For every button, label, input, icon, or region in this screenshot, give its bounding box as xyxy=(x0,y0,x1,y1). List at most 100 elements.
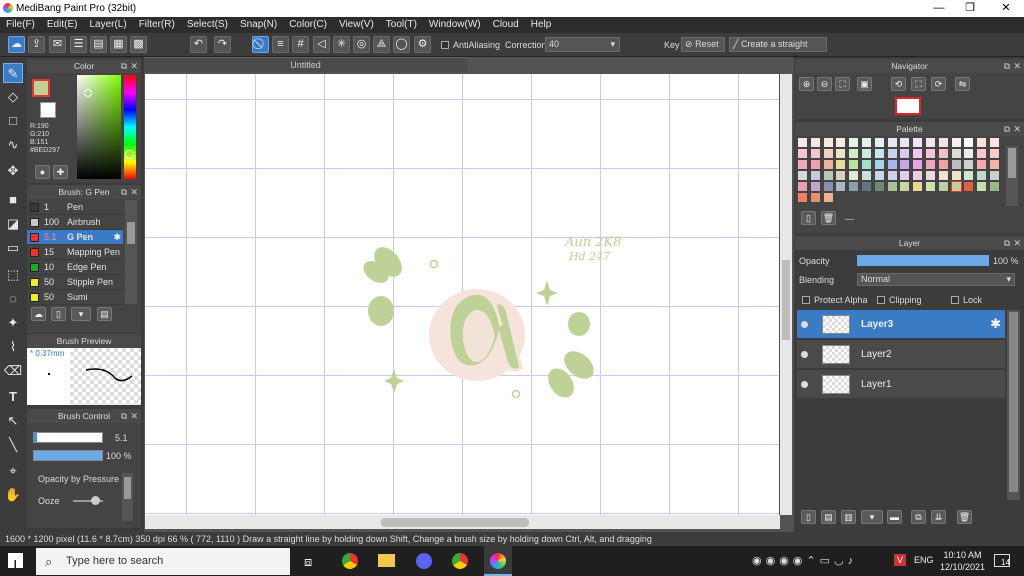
palette-swatch[interactable] xyxy=(874,149,884,158)
brush-item[interactable]: 1 Pen xyxy=(27,200,123,215)
palette-swatch[interactable] xyxy=(810,138,820,147)
palette-swatch[interactable] xyxy=(836,160,846,169)
upload-icon[interactable]: ⇪ xyxy=(28,36,45,53)
text-tool-icon[interactable]: T xyxy=(3,387,23,407)
undo-icon[interactable]: ↶ xyxy=(190,36,207,53)
new-layer-1bit-icon[interactable]: ▥ xyxy=(841,510,856,524)
palette-swatch[interactable] xyxy=(810,182,820,191)
menu-layer[interactable]: Layer(L) xyxy=(83,17,132,30)
menu-window[interactable]: Window(W) xyxy=(423,17,487,30)
medibang-taskbar-button[interactable] xyxy=(484,546,512,576)
brush-cloud-icon[interactable]: ☁ xyxy=(31,307,46,321)
merge-layer-icon[interactable]: ⇊ xyxy=(931,510,946,524)
palette-swatch[interactable] xyxy=(913,182,923,191)
layer-row[interactable]: Layer2 xyxy=(797,340,1005,369)
palette-swatch[interactable] xyxy=(849,149,859,158)
magic-wand-icon[interactable]: ✦ xyxy=(3,313,23,333)
flip-icon[interactable]: ⇋ xyxy=(955,77,970,91)
rotate-left-icon[interactable]: ⟲ xyxy=(891,77,906,91)
delete-layer-icon[interactable]: 🗑 xyxy=(957,510,972,524)
palette-swatch[interactable] xyxy=(862,149,871,158)
close-icon[interactable]: ✕ xyxy=(1013,122,1021,136)
popout-icon[interactable]: ⧉ xyxy=(1004,236,1010,250)
palette-swatch[interactable] xyxy=(798,182,807,191)
palette-swatch[interactable] xyxy=(874,160,884,169)
menu-help[interactable]: Help xyxy=(525,17,558,30)
palette-swatch[interactable] xyxy=(938,138,948,147)
task-view-icon[interactable]: ⧈ xyxy=(304,554,312,570)
palette-swatch[interactable] xyxy=(977,138,987,147)
rotate-right-icon[interactable]: ⟳ xyxy=(931,77,946,91)
antialias-checkbox[interactable] xyxy=(441,41,449,49)
palette-swatch[interactable] xyxy=(810,171,820,180)
palette-swatch[interactable] xyxy=(849,182,859,191)
lasso-tool-icon[interactable]: ◌ xyxy=(3,289,23,309)
zoom-in-icon[interactable]: ⊕ xyxy=(799,77,814,91)
palette-swatch[interactable] xyxy=(887,171,897,180)
cloud-icon[interactable]: ☁ xyxy=(8,36,25,53)
visibility-icon[interactable] xyxy=(801,351,808,358)
menu-color[interactable]: Color(C) xyxy=(283,17,333,30)
close-icon[interactable]: ✕ xyxy=(130,59,138,73)
brush-item[interactable]: 50 Stipple Pen xyxy=(27,275,123,290)
brush-settings-icon[interactable]: ▤ xyxy=(97,307,112,321)
page-icon[interactable]: ▤ xyxy=(90,36,107,53)
brush-control-scrollbar[interactable] xyxy=(122,473,133,521)
close-icon[interactable]: ✕ xyxy=(1013,59,1021,73)
menu-edit[interactable]: Edit(E) xyxy=(41,17,84,30)
clipping-checkbox[interactable] xyxy=(877,296,885,304)
palette-swatch[interactable] xyxy=(900,160,910,169)
grid-view-icon[interactable]: ▦ xyxy=(110,36,127,53)
palette-swatch[interactable] xyxy=(862,160,871,169)
palette-swatch[interactable] xyxy=(951,160,961,169)
snap-settings-icon[interactable]: ⚙ xyxy=(414,36,431,53)
palette-swatch[interactable] xyxy=(862,171,871,180)
palette-swatch[interactable] xyxy=(964,138,974,147)
palette-swatch[interactable] xyxy=(951,149,961,158)
layer-row[interactable]: Layer1 xyxy=(797,370,1005,399)
palette-swatch[interactable] xyxy=(810,149,820,158)
lock-checkbox[interactable] xyxy=(951,296,959,304)
palette-swatch[interactable] xyxy=(900,138,910,147)
layer-scrollbar[interactable] xyxy=(1007,310,1020,500)
fill-rect-tool-icon[interactable]: ■ xyxy=(3,190,23,210)
palette-swatch[interactable] xyxy=(862,138,871,147)
palette-swatch[interactable] xyxy=(798,171,807,180)
palette-swatch[interactable] xyxy=(990,160,999,169)
palette-swatch[interactable] xyxy=(900,182,910,191)
add-brush-icon[interactable]: ▾ xyxy=(71,307,91,321)
snap-circle-icon[interactable]: ◯ xyxy=(393,36,410,53)
windows-start-icon[interactable] xyxy=(8,553,23,568)
palette-swatch[interactable] xyxy=(990,182,999,191)
snap-perspective-icon[interactable]: ◁ xyxy=(313,36,330,53)
palette-swatch[interactable] xyxy=(887,138,897,147)
close-button[interactable]: ✕ xyxy=(992,1,1020,15)
palette-swatch[interactable] xyxy=(990,149,999,158)
palette-swatch[interactable] xyxy=(836,138,846,147)
select-eraser-icon[interactable]: ⌫ xyxy=(3,361,23,381)
popout-icon[interactable]: ⧉ xyxy=(121,409,127,423)
palette-swatch[interactable] xyxy=(887,160,897,169)
file-explorer-icon[interactable] xyxy=(378,554,395,567)
palette-swatch[interactable] xyxy=(938,182,948,191)
layer-opacity-slider[interactable] xyxy=(857,255,989,266)
palette-swatch[interactable] xyxy=(810,160,820,169)
line-tool-icon[interactable]: ∿ xyxy=(3,135,23,155)
palette-swatch[interactable] xyxy=(887,149,897,158)
correction-select[interactable]: 40 ▾ xyxy=(545,37,620,52)
brush-item-selected[interactable]: 5.1 G Pen ✱ xyxy=(27,230,123,245)
palette-swatch[interactable] xyxy=(964,171,974,180)
tiles-icon[interactable]: ▩ xyxy=(130,36,147,53)
palette-swatch[interactable] xyxy=(990,138,999,147)
brush-item[interactable]: 15 Mapping Pen xyxy=(27,245,123,260)
palette-swatch[interactable] xyxy=(964,160,974,169)
palette-swatch[interactable] xyxy=(798,138,807,147)
menu-view[interactable]: View(V) xyxy=(333,17,380,30)
size-slider[interactable] xyxy=(33,432,103,443)
gear-icon[interactable]: ✱ xyxy=(990,316,1001,332)
move-tool-icon[interactable]: ✥ xyxy=(3,161,23,181)
blending-select[interactable]: Normal ▾ xyxy=(857,273,1015,286)
palette-swatch[interactable] xyxy=(849,171,859,180)
menu-snap[interactable]: Snap(N) xyxy=(234,17,283,30)
divide-tool-icon[interactable]: ╲ xyxy=(3,435,23,455)
